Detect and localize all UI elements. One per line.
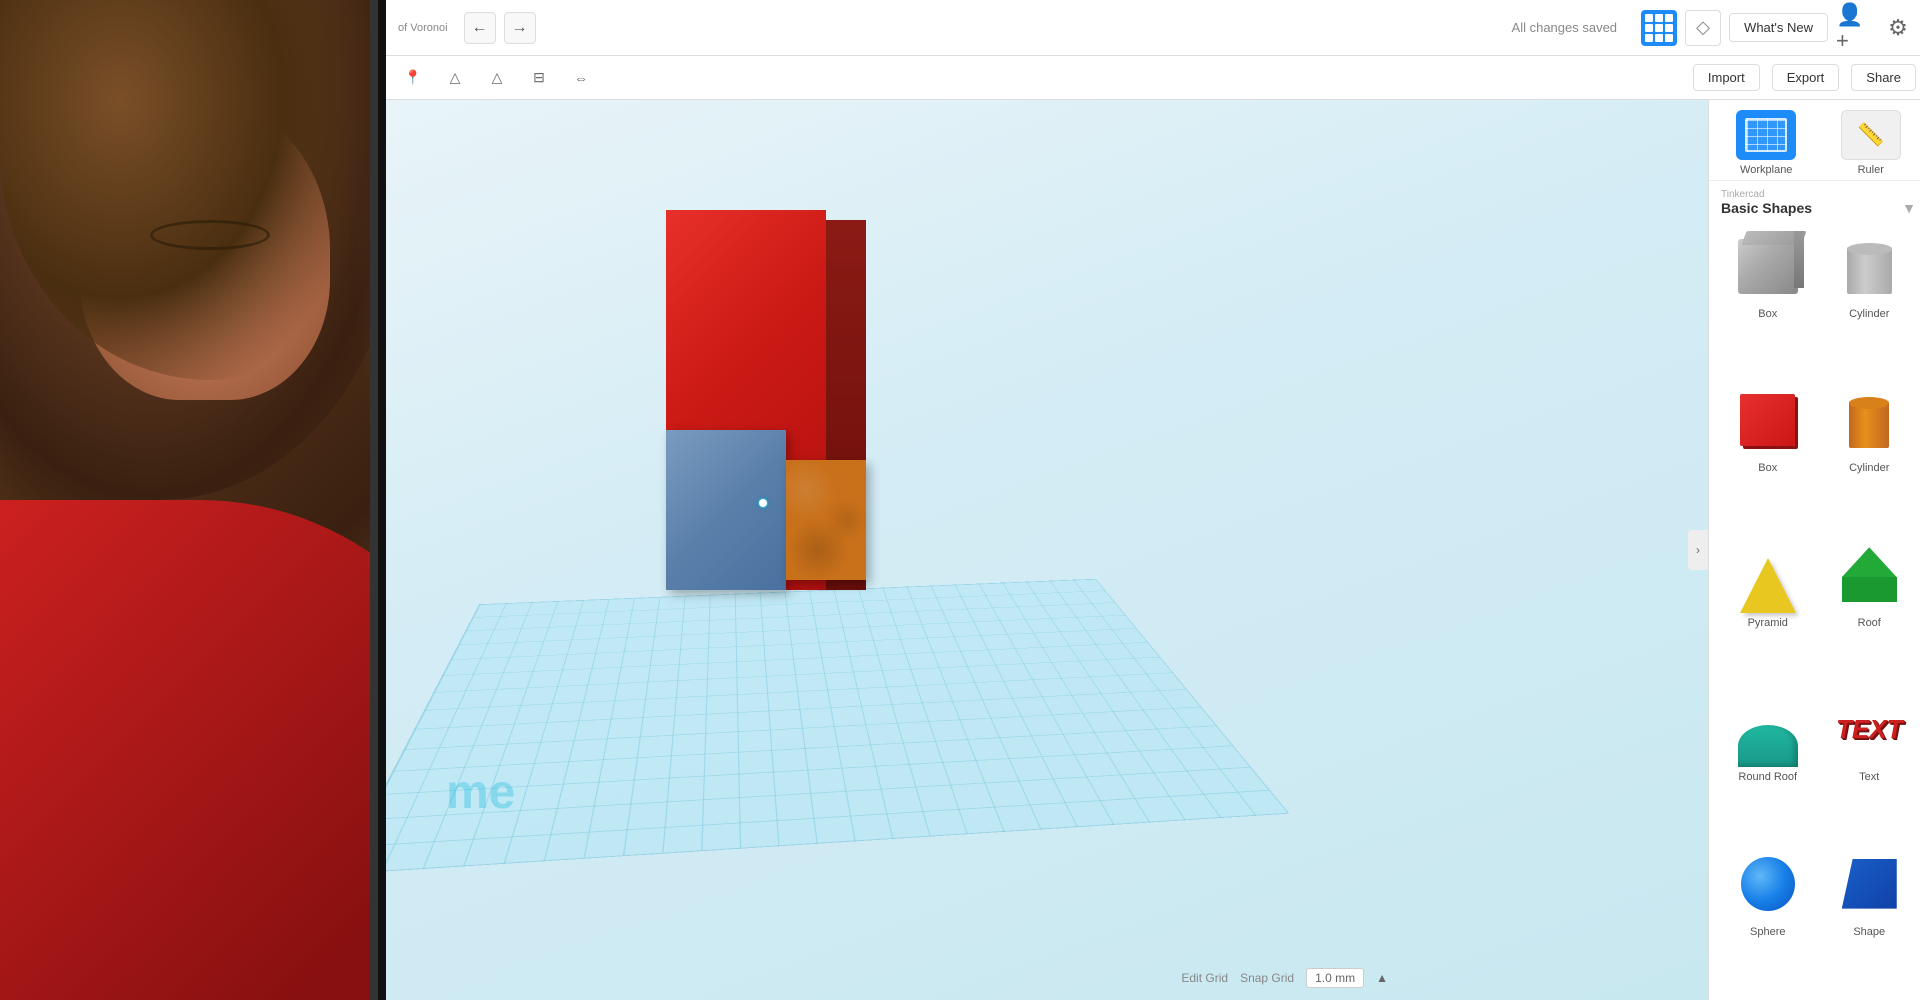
screen-container: of Voronoi ← → All changes saved ◇ What'… bbox=[370, 0, 1920, 1000]
ruler-tool[interactable]: 📏 Ruler bbox=[1824, 110, 1919, 176]
shapes-grid: Box Cylinder Box bbox=[1709, 220, 1920, 1000]
shape-text-label: Text bbox=[1859, 771, 1879, 783]
snap-value[interactable]: 1.0 mm bbox=[1306, 968, 1364, 988]
cylinder-gray-icon bbox=[1831, 228, 1907, 304]
box-gray-shape bbox=[1738, 239, 1798, 294]
grid-plane bbox=[386, 579, 1289, 875]
box-gray-icon bbox=[1730, 228, 1806, 304]
box-red-shape bbox=[1740, 394, 1795, 446]
blue-rectangle-shape[interactable] bbox=[666, 430, 786, 590]
redo-button[interactable]: → bbox=[504, 12, 536, 44]
add-user-button[interactable]: 👤+ bbox=[1836, 10, 1872, 46]
roof-icon bbox=[1831, 537, 1907, 613]
blue-form-shape bbox=[1842, 859, 1897, 909]
pyramid-icon bbox=[1730, 537, 1806, 613]
undo-button[interactable]: ← bbox=[464, 12, 496, 44]
sphere-shape bbox=[1741, 857, 1795, 911]
edit-grid-label[interactable]: Edit Grid bbox=[1181, 971, 1228, 985]
shape-roof[interactable]: Roof bbox=[1823, 537, 1917, 683]
cylinder-orange-shape bbox=[1844, 393, 1894, 448]
snap-unit-icon[interactable]: ▲ bbox=[1376, 971, 1388, 985]
grid-view-button[interactable] bbox=[1641, 10, 1677, 46]
shape-box-gray[interactable]: Box bbox=[1721, 228, 1815, 374]
ruler-label: Ruler bbox=[1858, 164, 1884, 176]
secondary-toolbar: 📍 △ △ ⊟ ⇔ Import Export Share bbox=[386, 56, 1920, 100]
settings-button[interactable]: ⚙ bbox=[1880, 10, 1916, 46]
shape-box-red[interactable]: Box bbox=[1721, 382, 1815, 528]
box-red-icon bbox=[1730, 382, 1806, 458]
right-panel: Workplane 📏 Ruler Tinkercad Basic Shapes bbox=[1708, 100, 1920, 1000]
ruler-icon-box: 📏 bbox=[1841, 110, 1901, 160]
shape-sphere-label: Sphere bbox=[1750, 926, 1785, 938]
workplane-icon-box bbox=[1736, 110, 1796, 160]
orange-block-shape[interactable] bbox=[786, 460, 866, 580]
tools-row: Workplane 📏 Ruler bbox=[1709, 100, 1920, 181]
text-shape-icon: TEXT bbox=[1831, 691, 1907, 767]
share-button[interactable]: Share bbox=[1851, 64, 1916, 91]
section-subtitle: Tinkercad bbox=[1721, 189, 1916, 200]
shape-text[interactable]: TEXT Text bbox=[1823, 691, 1917, 837]
align-button[interactable]: ⊟ bbox=[524, 63, 554, 93]
grid-icon bbox=[1645, 14, 1673, 42]
shape-pyramid[interactable]: Pyramid bbox=[1721, 537, 1815, 683]
sphere-icon bbox=[1730, 846, 1806, 922]
shape-cylinder-orange-label: Cylinder bbox=[1849, 462, 1889, 474]
ruler-icon: 📏 bbox=[1857, 122, 1884, 148]
collapse-panel-button[interactable]: › bbox=[1688, 530, 1708, 570]
blue-form-icon bbox=[1831, 846, 1907, 922]
tinkercad-app: of Voronoi ← → All changes saved ◇ What'… bbox=[386, 0, 1920, 1000]
text-shape: TEXT bbox=[1836, 714, 1902, 745]
section-title: Basic Shapes bbox=[1721, 200, 1812, 216]
shapes-section-header: Tinkercad Basic Shapes ▼ bbox=[1709, 181, 1920, 220]
snap-grid-label: Snap Grid bbox=[1240, 971, 1294, 985]
shape-pyramid-label: Pyramid bbox=[1748, 617, 1788, 629]
export-button[interactable]: Export bbox=[1772, 64, 1840, 91]
mirror-button[interactable]: ⇔ bbox=[566, 63, 596, 93]
roof-shape bbox=[1842, 547, 1897, 602]
cylinder-orange-icon bbox=[1831, 382, 1907, 458]
round-roof-icon bbox=[1730, 691, 1806, 767]
shape-blue-form[interactable]: Shape bbox=[1823, 846, 1917, 992]
main-toolbar: of Voronoi ← → All changes saved ◇ What'… bbox=[386, 0, 1920, 56]
triangle1-button[interactable]: △ bbox=[440, 63, 470, 93]
viewport-cursor bbox=[758, 498, 768, 508]
pin-tool-button[interactable]: 📍 bbox=[398, 63, 428, 93]
app-logo: of Voronoi bbox=[398, 22, 448, 34]
shape-cylinder-gray[interactable]: Cylinder bbox=[1823, 228, 1917, 374]
cylinder-gray-shape bbox=[1842, 239, 1897, 294]
pyramid-shape bbox=[1740, 558, 1796, 613]
shape-cylinder-gray-label: Cylinder bbox=[1849, 308, 1889, 320]
shape-round-roof[interactable]: Round Roof bbox=[1721, 691, 1815, 837]
round-roof-shape bbox=[1738, 725, 1798, 767]
shape-box-gray-label: Box bbox=[1758, 308, 1777, 320]
shape-box-red-label: Box bbox=[1758, 462, 1777, 474]
viewport-watermark: me bbox=[446, 765, 515, 820]
bottom-bar: Edit Grid Snap Grid 1.0 mm ▲ bbox=[1181, 968, 1388, 988]
diamond-view-button[interactable]: ◇ bbox=[1685, 10, 1721, 46]
shape-cylinder-orange[interactable]: Cylinder bbox=[1823, 382, 1917, 528]
save-status: All changes saved bbox=[1512, 20, 1618, 35]
workplane-label: Workplane bbox=[1740, 164, 1792, 176]
main-area: me › Edit Grid Snap Grid 1.0 mm ▲ bbox=[386, 100, 1920, 1000]
shape-blue-form-label: Shape bbox=[1853, 926, 1885, 938]
triangle2-button[interactable]: △ bbox=[482, 63, 512, 93]
shape-sphere[interactable]: Sphere bbox=[1721, 846, 1815, 992]
3d-viewport[interactable]: me › Edit Grid Snap Grid 1.0 mm ▲ bbox=[386, 100, 1708, 1000]
shape-roof-label: Roof bbox=[1858, 617, 1881, 629]
section-dropdown-button[interactable]: ▼ bbox=[1902, 200, 1916, 216]
workplane-tool[interactable]: Workplane bbox=[1719, 110, 1814, 176]
workplane-grid-icon bbox=[1745, 118, 1787, 152]
shape-round-roof-label: Round Roof bbox=[1738, 771, 1797, 783]
import-button[interactable]: Import bbox=[1693, 64, 1760, 91]
whats-new-button[interactable]: What's New bbox=[1729, 13, 1828, 42]
